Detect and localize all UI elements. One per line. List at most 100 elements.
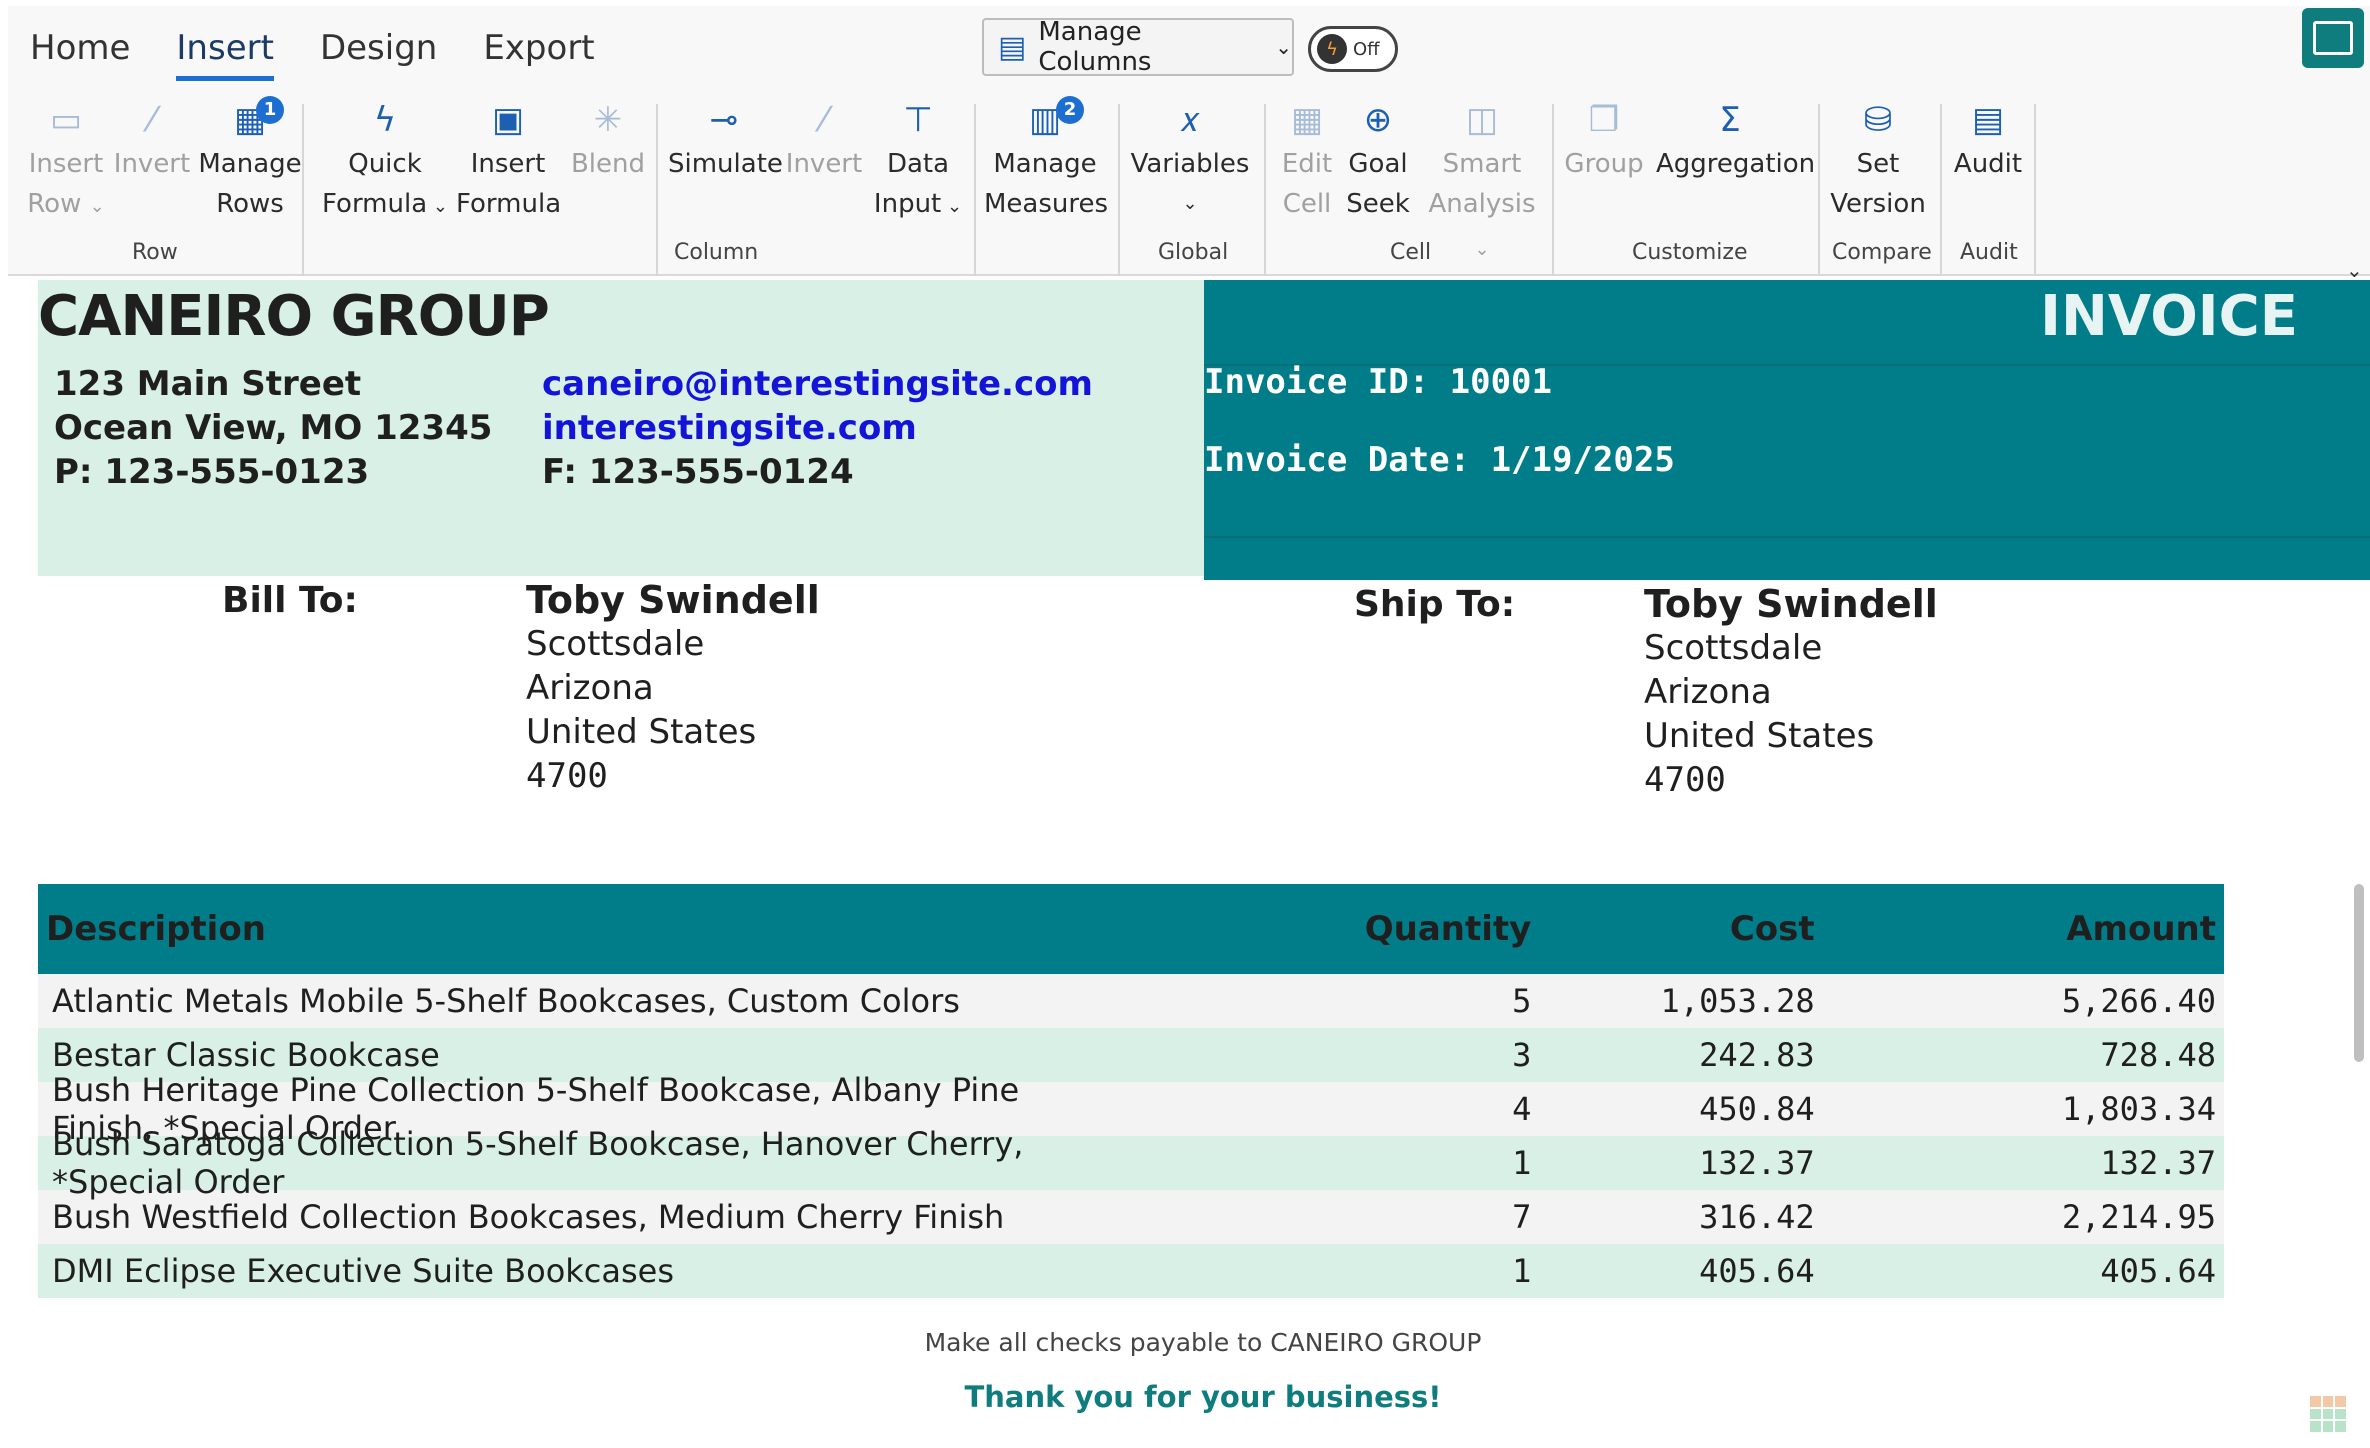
cell-cost: 242.83 bbox=[1699, 1036, 1815, 1074]
insert-formula-button[interactable]: ▣ Insert Formula bbox=[456, 98, 561, 224]
vertical-scrollbar[interactable] bbox=[2354, 884, 2364, 1062]
sigma-gear-icon: Σ bbox=[1719, 100, 1741, 140]
blend-button[interactable]: ✳ Blend bbox=[568, 98, 648, 184]
table-row[interactable]: Atlantic Metals Mobile 5-Shelf Bookcases… bbox=[38, 974, 2224, 1028]
chevron-down-icon: ⌄ bbox=[1182, 193, 1198, 214]
set-version-button[interactable]: ⛁ Set Version bbox=[1826, 98, 1930, 224]
chevron-down-icon: ⌄ bbox=[941, 196, 963, 217]
cell-description: DMI Eclipse Executive Suite Bookcases bbox=[52, 1252, 675, 1290]
toggle-label: Off bbox=[1353, 38, 1380, 60]
group-label-compare: Compare bbox=[1832, 240, 1932, 265]
group-label-column: Column bbox=[674, 240, 759, 265]
cell-cost: 316.42 bbox=[1699, 1198, 1815, 1236]
lightning-icon: ϟ bbox=[1317, 34, 1347, 64]
simulate-label: Simulate bbox=[668, 149, 783, 179]
lightning-icon: ϟ bbox=[373, 100, 397, 140]
email-link[interactable]: caneiro@interestingsite.com bbox=[542, 364, 1093, 404]
insert-formula-label-1: Insert bbox=[470, 149, 546, 179]
manage-columns-button[interactable]: ▤ Manage Columns ⌄ bbox=[982, 17, 1294, 77]
manage-rows-label-1: Manage bbox=[198, 149, 302, 179]
sheet-grid-icon[interactable] bbox=[2310, 1396, 2346, 1432]
group-label-customize: Customize bbox=[1632, 240, 1748, 265]
insert-row-button[interactable]: ▭ Insert Row ⌄ bbox=[26, 98, 106, 227]
grid-edit-icon: ▦ bbox=[1290, 100, 1324, 140]
simulate-button[interactable]: ⊸ Simulate bbox=[668, 98, 783, 184]
goal-seek-button[interactable]: ⊕ Goal Seek bbox=[1342, 98, 1414, 224]
address-line: Ocean View, MO 12345 bbox=[54, 408, 493, 448]
group-label: Group bbox=[1564, 149, 1644, 179]
slider-icon: ⊸ bbox=[709, 100, 739, 140]
tab-export[interactable]: Export bbox=[483, 28, 594, 81]
audit-button[interactable]: ▤ Audit bbox=[1950, 98, 2026, 184]
manage-measures-badge: 2 bbox=[1056, 96, 1084, 124]
form-icon[interactable] bbox=[2302, 8, 2364, 68]
table-row[interactable]: Bush Saratoga Collection 5-Shelf Bookcas… bbox=[38, 1125, 2224, 1201]
invert-icon: ⁄ bbox=[821, 100, 827, 140]
ribbon-separator bbox=[2034, 104, 2036, 276]
cell-quantity: 5 bbox=[1512, 982, 1532, 1020]
ribbon-separator bbox=[1118, 104, 1120, 276]
set-version-label-1: Set bbox=[1856, 149, 1900, 179]
edit-cell-label-2: Cell bbox=[1282, 189, 1332, 219]
group-button[interactable]: ❐ Group bbox=[1562, 98, 1646, 184]
ship-to-country: United States bbox=[1644, 716, 1875, 756]
bill-to-city: Scottsdale bbox=[526, 624, 705, 664]
smart-analysis-button[interactable]: ◫ Smart Analysis ⌄ bbox=[1422, 98, 1542, 270]
cell-description: Bush Saratoga Collection 5-Shelf Bookcas… bbox=[52, 1125, 1024, 1201]
cell-quantity: 1 bbox=[1512, 1144, 1532, 1182]
ship-to-state: Arizona bbox=[1644, 672, 1772, 712]
manage-rows-badge: 1 bbox=[256, 96, 284, 124]
header-amount: Amount bbox=[2066, 909, 2216, 949]
fax-line: F: 123-555-0124 bbox=[542, 452, 854, 492]
invert-row-button[interactable]: ⁄ Invert bbox=[112, 98, 192, 184]
manage-measures-label-1: Manage bbox=[993, 149, 1097, 179]
invert-column-button[interactable]: ⁄ Invert bbox=[784, 98, 864, 184]
quick-formula-button[interactable]: ϟ Quick Formula ⌄ bbox=[320, 98, 450, 227]
ship-to-city: Scottsdale bbox=[1644, 628, 1823, 668]
website-link[interactable]: interestingsite.com bbox=[542, 408, 917, 448]
edit-cell-button[interactable]: ▦ Edit Cell bbox=[1276, 98, 1338, 224]
table-body: Atlantic Metals Mobile 5-Shelf Bookcases… bbox=[38, 974, 2224, 1298]
cell-quantity: 1 bbox=[1512, 1252, 1532, 1290]
tab-insert[interactable]: Insert bbox=[176, 28, 274, 81]
group-label-audit: Audit bbox=[1960, 240, 2018, 265]
tab-home[interactable]: Home bbox=[30, 28, 130, 81]
invoice-title: INVOICE bbox=[2040, 284, 2298, 349]
ribbon-commands: ▭ Insert Row ⌄ ⁄ Invert ▦ 1 Manage Rows … bbox=[8, 96, 2370, 276]
aggregation-button[interactable]: Σ Aggregation bbox=[1656, 98, 1815, 184]
ribbon-separator bbox=[974, 104, 976, 276]
ribbon-separator bbox=[1940, 104, 1942, 276]
variables-button[interactable]: 𝑥 Variables ⌄ bbox=[1130, 98, 1250, 224]
data-input-button[interactable]: ⊤ Data Input ⌄ bbox=[870, 98, 966, 227]
cell-amount: 728.48 bbox=[2100, 1036, 2216, 1074]
table-row[interactable]: Bush Westfield Collection Bookcases, Med… bbox=[38, 1190, 2224, 1244]
thank-you-note: Thank you for your business! bbox=[964, 1380, 1442, 1414]
invoice-id: Invoice ID: 10001 bbox=[1204, 362, 1552, 402]
power-toggle[interactable]: ϟ Off bbox=[1308, 26, 1398, 72]
table-header: Description Quantity Cost Amount bbox=[38, 884, 2224, 974]
set-version-label-2: Version bbox=[1830, 189, 1926, 219]
target-icon: ⊕ bbox=[1363, 100, 1393, 140]
cell-quantity: 3 bbox=[1512, 1036, 1532, 1074]
ship-to-block: Toby Swindell Scottsdale Arizona United … bbox=[1644, 582, 1938, 802]
chevron-down-icon: ⌄ bbox=[89, 196, 105, 217]
ribbon-separator bbox=[656, 104, 658, 276]
goal-seek-label-1: Goal bbox=[1348, 149, 1408, 179]
manage-rows-button[interactable]: ▦ 1 Manage Rows bbox=[198, 96, 302, 224]
bill-to-label: Bill To: bbox=[222, 580, 358, 621]
blend-label: Blend bbox=[570, 149, 646, 179]
bill-to-country: United States bbox=[526, 712, 757, 752]
data-input-label-1: Data bbox=[886, 149, 950, 179]
line-items-table: Description Quantity Cost Amount Atlanti… bbox=[38, 884, 2224, 1320]
quick-formula-label-1: Quick bbox=[348, 149, 422, 179]
ship-to-label: Ship To: bbox=[1354, 584, 1516, 625]
cell-description: Bush Westfield Collection Bookcases, Med… bbox=[52, 1198, 1005, 1236]
collapse-ribbon-icon[interactable]: ⌄ bbox=[2346, 258, 2363, 282]
ribbon-separator bbox=[1552, 104, 1554, 276]
ribbon-separator bbox=[1264, 104, 1266, 276]
quick-formula-label-2-text: Formula bbox=[322, 189, 428, 219]
manage-measures-button[interactable]: ▥ 2 Manage Measures bbox=[984, 96, 1108, 224]
tab-design[interactable]: Design bbox=[320, 28, 437, 81]
smart-analysis-label-2-text: Analysis bbox=[1428, 189, 1536, 219]
table-row[interactable]: DMI Eclipse Executive Suite Bookcases 1 40… bbox=[38, 1244, 2224, 1298]
